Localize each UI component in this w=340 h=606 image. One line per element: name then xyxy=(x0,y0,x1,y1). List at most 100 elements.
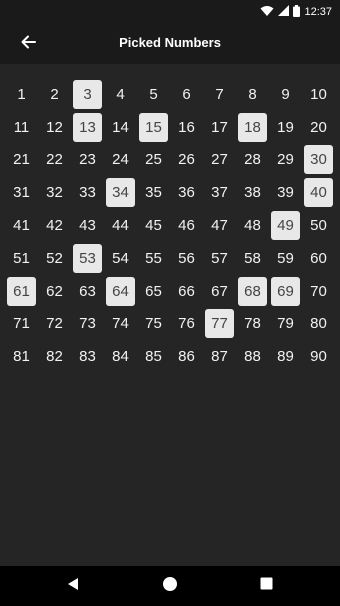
picked-number-cell: 15 xyxy=(137,111,170,144)
number-cell: 44 xyxy=(104,209,137,242)
number-cell: 86 xyxy=(170,340,203,373)
number-label: 20 xyxy=(310,118,327,136)
number-label: 48 xyxy=(244,217,261,235)
number-label: 15 xyxy=(139,112,168,142)
picked-number-cell: 49 xyxy=(269,209,302,242)
picked-number-cell: 3 xyxy=(71,78,104,111)
number-label: 16 xyxy=(178,118,195,136)
picked-number-cell: 30 xyxy=(302,144,335,177)
number-label: 49 xyxy=(271,211,300,241)
number-label: 21 xyxy=(13,151,30,169)
number-label: 12 xyxy=(46,118,63,136)
circle-home-icon xyxy=(162,576,178,597)
number-cell: 48 xyxy=(236,209,269,242)
picked-number-cell: 13 xyxy=(71,111,104,144)
number-cell: 32 xyxy=(38,176,71,209)
picked-number-cell: 61 xyxy=(5,275,38,308)
number-label: 51 xyxy=(13,249,30,267)
number-label: 7 xyxy=(215,85,224,103)
status-time: 12:37 xyxy=(304,6,332,18)
number-cell: 22 xyxy=(38,144,71,177)
number-label: 50 xyxy=(310,217,327,235)
number-cell: 70 xyxy=(302,275,335,308)
number-label: 32 xyxy=(46,184,63,202)
nav-recents-button[interactable] xyxy=(254,574,278,598)
number-label: 58 xyxy=(244,249,261,267)
number-label: 1 xyxy=(17,85,26,103)
number-label: 24 xyxy=(112,151,129,169)
number-cell: 67 xyxy=(203,275,236,308)
number-label: 74 xyxy=(112,315,129,333)
number-cell: 29 xyxy=(269,144,302,177)
number-label: 66 xyxy=(178,282,195,300)
number-cell: 17 xyxy=(203,111,236,144)
number-cell: 65 xyxy=(137,275,170,308)
number-label: 40 xyxy=(304,178,333,208)
number-cell: 74 xyxy=(104,308,137,341)
number-label: 60 xyxy=(310,249,327,267)
number-label: 33 xyxy=(79,184,96,202)
number-cell: 25 xyxy=(137,144,170,177)
number-cell: 27 xyxy=(203,144,236,177)
number-label: 90 xyxy=(310,348,327,366)
nav-home-button[interactable] xyxy=(158,574,182,598)
picked-number-cell: 34 xyxy=(104,176,137,209)
number-label: 54 xyxy=(112,249,129,267)
square-recents-icon xyxy=(260,577,273,595)
number-label: 56 xyxy=(178,249,195,267)
number-cell: 59 xyxy=(269,242,302,275)
number-label: 34 xyxy=(106,178,135,208)
number-label: 10 xyxy=(310,85,327,103)
number-label: 26 xyxy=(178,151,195,169)
picked-number-cell: 68 xyxy=(236,275,269,308)
number-label: 62 xyxy=(46,282,63,300)
number-cell: 9 xyxy=(269,78,302,111)
picked-number-cell: 18 xyxy=(236,111,269,144)
number-label: 47 xyxy=(211,217,228,235)
number-label: 4 xyxy=(116,85,125,103)
number-cell: 35 xyxy=(137,176,170,209)
page-title: Picked Numbers xyxy=(119,35,221,50)
number-label: 25 xyxy=(145,151,162,169)
number-cell: 89 xyxy=(269,340,302,373)
number-label: 39 xyxy=(277,184,294,202)
number-label: 75 xyxy=(145,315,162,333)
number-cell: 81 xyxy=(5,340,38,373)
number-label: 78 xyxy=(244,315,261,333)
number-cell: 51 xyxy=(5,242,38,275)
app-bar: Picked Numbers xyxy=(0,24,340,64)
number-label: 22 xyxy=(46,151,63,169)
number-label: 67 xyxy=(211,282,228,300)
number-label: 89 xyxy=(277,348,294,366)
number-cell: 72 xyxy=(38,308,71,341)
number-cell: 31 xyxy=(5,176,38,209)
number-cell: 88 xyxy=(236,340,269,373)
number-cell: 75 xyxy=(137,308,170,341)
number-cell: 83 xyxy=(71,340,104,373)
number-label: 79 xyxy=(277,315,294,333)
number-label: 41 xyxy=(13,217,30,235)
number-label: 23 xyxy=(79,151,96,169)
number-cell: 84 xyxy=(104,340,137,373)
number-cell: 43 xyxy=(71,209,104,242)
number-cell: 21 xyxy=(5,144,38,177)
number-cell: 78 xyxy=(236,308,269,341)
number-cell: 20 xyxy=(302,111,335,144)
number-cell: 50 xyxy=(302,209,335,242)
number-label: 65 xyxy=(145,282,162,300)
number-label: 64 xyxy=(106,276,135,306)
number-label: 19 xyxy=(277,118,294,136)
back-button[interactable] xyxy=(12,31,44,57)
number-label: 57 xyxy=(211,249,228,267)
number-label: 36 xyxy=(178,184,195,202)
picked-number-cell: 77 xyxy=(203,308,236,341)
nav-back-button[interactable] xyxy=(61,574,85,598)
number-cell: 4 xyxy=(104,78,137,111)
number-label: 5 xyxy=(149,85,158,103)
battery-icon xyxy=(293,4,301,20)
number-cell: 23 xyxy=(71,144,104,177)
number-label: 86 xyxy=(178,348,195,366)
number-cell: 8 xyxy=(236,78,269,111)
number-label: 76 xyxy=(178,315,195,333)
number-label: 43 xyxy=(79,217,96,235)
